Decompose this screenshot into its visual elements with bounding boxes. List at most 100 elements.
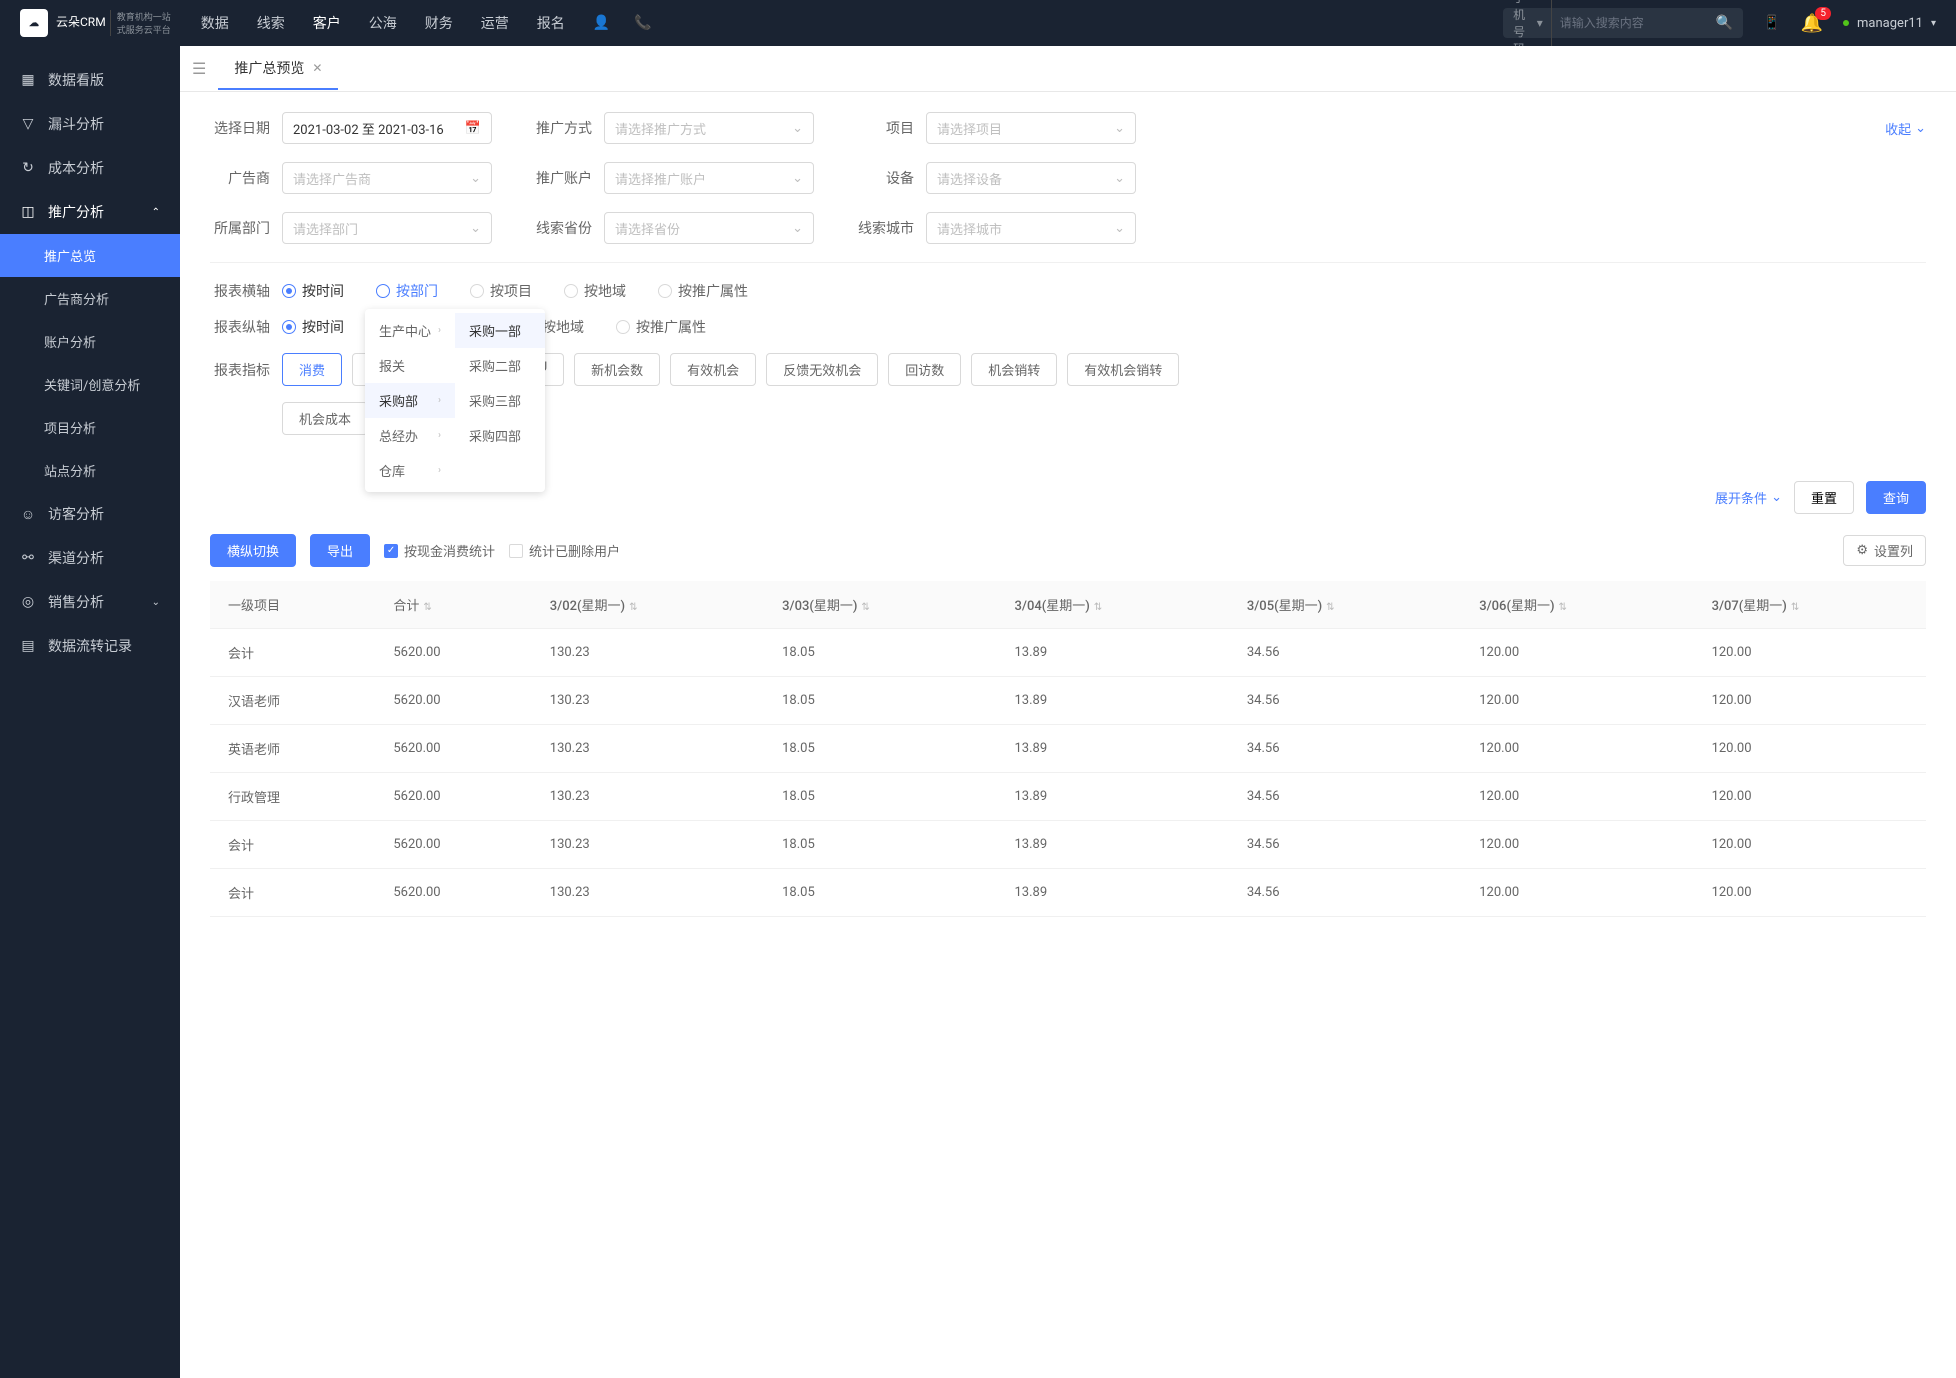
metric-button[interactable]: 新机会数 <box>574 353 660 386</box>
table-cell: 18.05 <box>764 773 996 821</box>
project-select[interactable]: 请选择项目⌄ <box>926 112 1136 144</box>
columns-button[interactable]: ⚙设置列 <box>1843 535 1926 566</box>
dropdown-item[interactable]: 仓库› <box>365 453 455 488</box>
metric-button[interactable]: 消费 <box>282 353 342 386</box>
bell-icon[interactable]: 🔔5 <box>1801 13 1823 34</box>
dropdown-item[interactable]: 采购一部 <box>455 313 545 348</box>
radio-option[interactable]: 按部门 <box>376 281 438 301</box>
topnav-item[interactable]: 报名 <box>537 13 565 33</box>
tab-bar: ☰ 推广总预览 ✕ <box>180 46 1956 92</box>
sidebar-item[interactable]: ◎销售分析⌄ <box>0 580 180 624</box>
sidebar-icon: ▽ <box>20 116 36 132</box>
sidebar-subitem[interactable]: 站点分析 <box>0 449 180 492</box>
table-header[interactable]: 一级项目 <box>210 581 375 629</box>
sidebar-toggle-icon[interactable]: ☰ <box>192 59 206 78</box>
sidebar-item[interactable]: ▽漏斗分析 <box>0 102 180 146</box>
filter-form: 选择日期2021-03-02 至 2021-03-16📅 推广方式请选择推广方式… <box>180 92 1956 471</box>
metric-button[interactable]: 反馈无效机会 <box>766 353 878 386</box>
dropdown-item[interactable]: 采购二部 <box>455 348 545 383</box>
sidebar-subitem[interactable]: 账户分析 <box>0 320 180 363</box>
dept-select[interactable]: 请选择部门⌄ <box>282 212 492 244</box>
metric-button[interactable]: 回访数 <box>888 353 961 386</box>
tab-overview[interactable]: 推广总预览 ✕ <box>218 48 338 90</box>
export-button[interactable]: 导出 <box>310 534 370 567</box>
metric-button[interactable]: 机会成本 <box>282 402 368 435</box>
sidebar-subitem[interactable]: 关键词/创意分析 <box>0 363 180 406</box>
topnav-item[interactable]: 线索 <box>257 13 285 33</box>
mobile-icon[interactable]: 📱 <box>1763 15 1780 31</box>
main-content: ☰ 推广总预览 ✕ 选择日期2021-03-02 至 2021-03-16📅 推… <box>180 46 1956 1378</box>
radio-icon <box>282 320 296 334</box>
table-header[interactable]: 3/04(星期一)⇅ <box>996 581 1228 629</box>
device-select[interactable]: 请选择设备⌄ <box>926 162 1136 194</box>
search-input[interactable] <box>1560 16 1716 30</box>
table-cell: 120.00 <box>1461 821 1693 869</box>
radio-icon <box>564 284 578 298</box>
metric-button[interactable]: 有效机会销转 <box>1067 353 1179 386</box>
chevron-right-icon: › <box>438 325 441 336</box>
topnav-item[interactable]: 财务 <box>425 13 453 33</box>
user-icon[interactable]: 👤 <box>593 15 610 31</box>
table-header[interactable]: 3/05(星期一)⇅ <box>1229 581 1461 629</box>
phone-icon[interactable]: 📞 <box>634 15 651 31</box>
advertiser-select[interactable]: 请选择广告商⌄ <box>282 162 492 194</box>
metric-button[interactable]: 机会销转 <box>971 353 1057 386</box>
prov-label: 线索省份 <box>532 218 592 238</box>
table-row: 行政管理5620.00130.2318.0513.8934.56120.0012… <box>210 773 1926 821</box>
data-table: 一级项目合计⇅3/02(星期一)⇅3/03(星期一)⇅3/04(星期一)⇅3/0… <box>210 581 1926 917</box>
sidebar-item[interactable]: ⚯渠道分析 <box>0 536 180 580</box>
search-icon[interactable]: 🔍 <box>1716 15 1733 31</box>
expand-conditions-link[interactable]: 展开条件 ⌄ <box>1715 488 1782 507</box>
sidebar-subitem[interactable]: 推广总览 <box>0 234 180 277</box>
search-box[interactable]: 手机号码 ▾ 🔍 <box>1503 8 1743 38</box>
dropdown-item[interactable]: 报关 <box>365 348 455 383</box>
method-select[interactable]: 请选择推广方式⌄ <box>604 112 814 144</box>
radio-option[interactable]: 按时间 <box>282 281 344 301</box>
radio-option[interactable]: 按项目 <box>470 281 532 301</box>
user-menu[interactable]: manager11 ▾ <box>1843 16 1936 31</box>
radio-option[interactable]: 按推广属性 <box>658 281 748 301</box>
sidebar-icon: ↻ <box>20 160 36 176</box>
account-select[interactable]: 请选择推广账户⌄ <box>604 162 814 194</box>
topnav-item[interactable]: 客户 <box>313 13 341 33</box>
sidebar-subitem[interactable]: 广告商分析 <box>0 277 180 320</box>
metric-button[interactable]: 有效机会 <box>670 353 756 386</box>
radio-option[interactable]: 按推广属性 <box>616 317 706 337</box>
sidebar-item[interactable]: ☺访客分析 <box>0 492 180 536</box>
radio-option[interactable]: 按时间 <box>282 317 344 337</box>
chevron-down-icon: ⌄ <box>792 121 803 136</box>
sidebar-item[interactable]: ▤数据流转记录 <box>0 624 180 668</box>
dropdown-item[interactable]: 生产中心› <box>365 313 455 348</box>
brand-main: 云朵CRM <box>56 16 106 29</box>
cash-checkbox[interactable]: ✓按现金消费统计 <box>384 541 495 560</box>
sidebar-subitem[interactable]: 项目分析 <box>0 406 180 449</box>
date-range-input[interactable]: 2021-03-02 至 2021-03-16📅 <box>282 112 492 144</box>
dropdown-item[interactable]: 采购部› <box>365 383 455 418</box>
deleted-checkbox[interactable]: 统计已删除用户 <box>509 541 620 560</box>
table-header[interactable]: 合计⇅ <box>375 581 531 629</box>
topnav-item[interactable]: 公海 <box>369 13 397 33</box>
table-header[interactable]: 3/07(星期一)⇅ <box>1694 581 1926 629</box>
sidebar-item[interactable]: ▦数据看版 <box>0 58 180 102</box>
query-button[interactable]: 查询 <box>1866 481 1926 514</box>
table-header[interactable]: 3/02(星期一)⇅ <box>532 581 764 629</box>
dropdown-item[interactable]: 总经办› <box>365 418 455 453</box>
sidebar-item[interactable]: ◫推广分析⌃ <box>0 190 180 234</box>
close-icon[interactable]: ✕ <box>312 61 322 75</box>
reset-button[interactable]: 重置 <box>1794 481 1854 514</box>
brand-sub: 教育机构一站式服务云平台 <box>110 10 171 36</box>
sort-icon: ⇅ <box>1559 602 1567 613</box>
province-select[interactable]: 请选择省份⌄ <box>604 212 814 244</box>
topnav-item[interactable]: 运营 <box>481 13 509 33</box>
sidebar-icon: ▦ <box>20 72 36 88</box>
sidebar-item[interactable]: ↻成本分析 <box>0 146 180 190</box>
topnav-item[interactable]: 数据 <box>201 13 229 33</box>
city-select[interactable]: 请选择城市⌄ <box>926 212 1136 244</box>
dropdown-item[interactable]: 采购三部 <box>455 383 545 418</box>
table-header[interactable]: 3/03(星期一)⇅ <box>764 581 996 629</box>
table-header[interactable]: 3/06(星期一)⇅ <box>1461 581 1693 629</box>
collapse-link[interactable]: 收起 ⌄ <box>1885 119 1926 138</box>
radio-option[interactable]: 按地域 <box>564 281 626 301</box>
swap-button[interactable]: 横纵切换 <box>210 534 296 567</box>
dropdown-item[interactable]: 采购四部 <box>455 418 545 453</box>
